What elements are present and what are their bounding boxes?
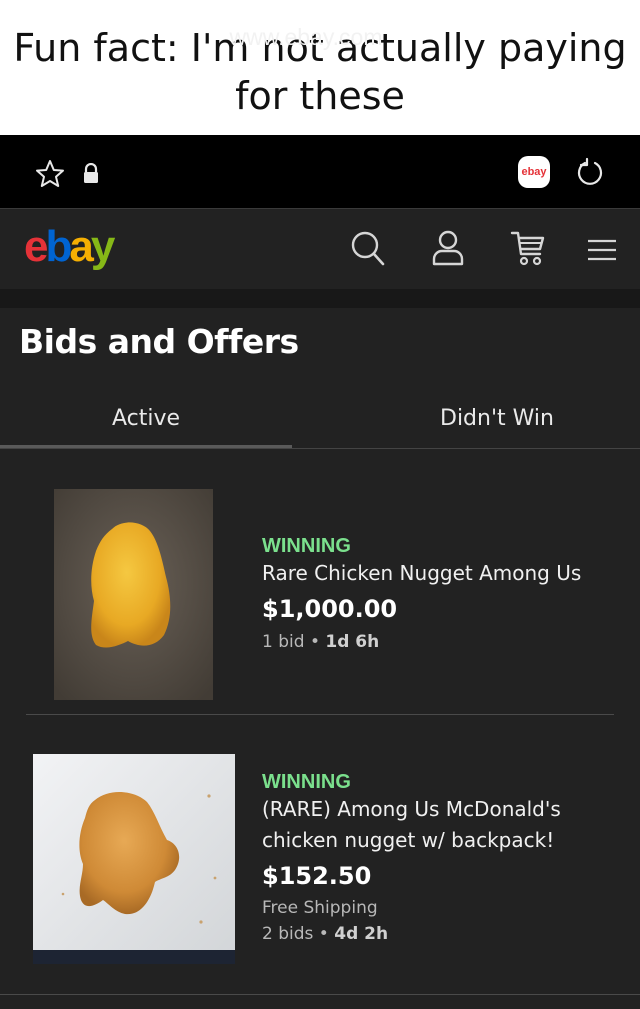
listing-1-time-left: 1d 6h — [325, 632, 380, 652]
reload-icon[interactable] — [574, 157, 606, 189]
listing-divider — [26, 714, 614, 715]
listing-2-status: WINNING — [262, 771, 351, 793]
chicken-nugget-photo-2 — [33, 754, 235, 964]
search-icon[interactable] — [349, 229, 387, 269]
logo-letter-b: b — [45, 222, 72, 271]
ebay-app-badge[interactable]: ebay — [518, 156, 550, 188]
header-separator — [0, 289, 640, 308]
tab-active[interactable]: Active — [112, 406, 180, 431]
ebay-logo[interactable]: ebay — [24, 222, 116, 272]
ebay-badge-text: ebay — [521, 166, 547, 178]
logo-letter-a: a — [69, 222, 94, 271]
meme-caption: Fun fact: I'm not actually paying for th… — [0, 0, 640, 135]
tab-didnt-win[interactable]: Didn't Win — [440, 406, 554, 431]
listing-1-separator: • — [309, 632, 320, 652]
page-title: Bids and Offers — [19, 322, 299, 361]
star-icon[interactable] — [34, 158, 66, 190]
listing-1-price: $1,000.00 — [262, 595, 398, 623]
listing-1-image[interactable] — [54, 489, 213, 700]
lock-icon — [84, 163, 98, 183]
listing-2-shipping: Free Shipping — [262, 898, 378, 918]
menu-icon[interactable] — [586, 237, 618, 263]
url-text[interactable]: www.ebay.com — [190, 24, 422, 51]
listing-divider-bottom — [0, 994, 640, 995]
listing-1-meta: 1 bid • 1d 6h — [262, 632, 379, 652]
logo-letter-e: e — [24, 222, 49, 271]
cart-icon[interactable] — [510, 229, 546, 269]
listing-2-image[interactable] — [33, 754, 235, 964]
listing-2-bids: 2 bids — [262, 924, 314, 944]
logo-letter-y: y — [90, 222, 116, 271]
listing-2-price: $152.50 — [262, 862, 372, 890]
listing-1-title[interactable]: Rare Chicken Nugget Among Us — [262, 558, 592, 589]
tabs-divider — [0, 448, 640, 449]
caption-line-2: for these — [235, 74, 405, 118]
listing-1-bids: 1 bid — [262, 632, 305, 652]
listing-2-time-left: 4d 2h — [334, 924, 389, 944]
user-icon[interactable] — [431, 229, 465, 267]
chicken-nugget-photo-1 — [54, 489, 213, 700]
listing-2-separator: • — [318, 924, 329, 944]
listing-2-meta: 2 bids • 4d 2h — [262, 924, 388, 944]
listing-2-title[interactable]: (RARE) Among Us McDonald's chicken nugge… — [262, 794, 592, 856]
listing-1-status: WINNING — [262, 535, 351, 557]
